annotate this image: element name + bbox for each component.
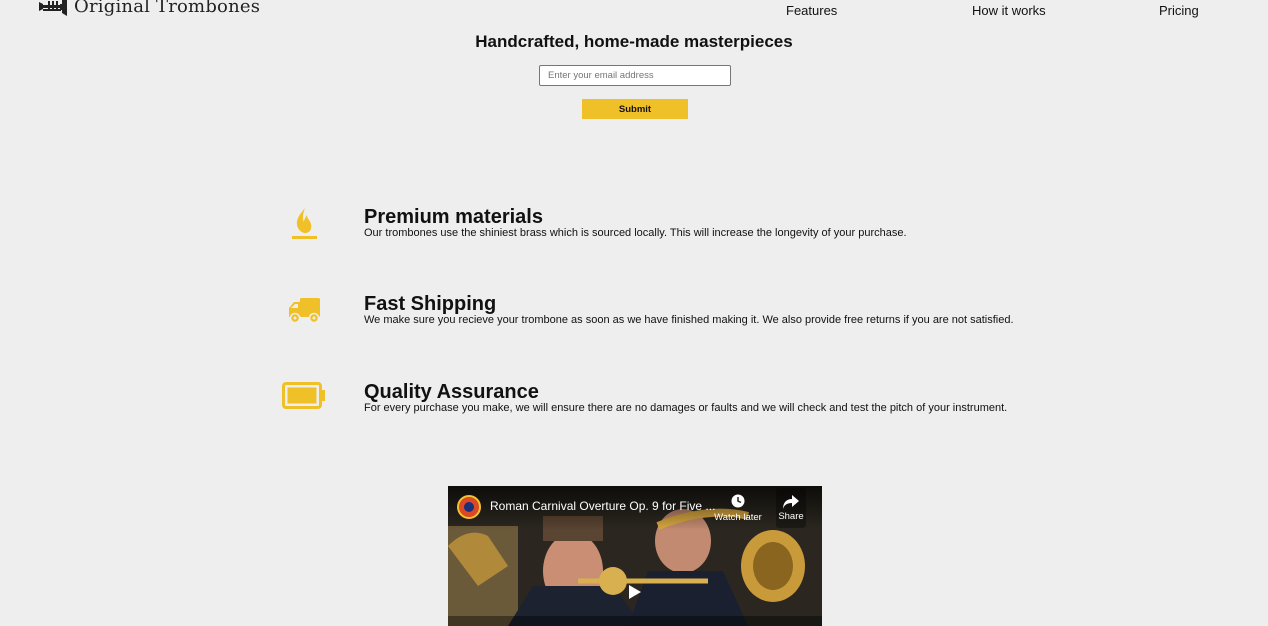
play-icon[interactable] bbox=[620, 582, 648, 602]
feature-description: We make sure you recieve your trombone a… bbox=[364, 314, 1014, 326]
feature-title: Premium materials bbox=[364, 206, 543, 228]
feature-title: Fast Shipping bbox=[364, 293, 497, 315]
feature-description: Our trombones use the shiniest brass whi… bbox=[364, 227, 907, 239]
nav-link-features[interactable]: Features bbox=[786, 3, 837, 18]
video-title[interactable]: Roman Carnival Overture Op. 9 for Five .… bbox=[490, 499, 715, 513]
hero-title: Handcrafted, home-made masterpieces bbox=[475, 32, 793, 51]
fire-icon bbox=[292, 208, 317, 239]
email-input[interactable] bbox=[539, 65, 731, 86]
share-label: Share bbox=[778, 511, 804, 522]
feature-description: For every purchase you make, we will ens… bbox=[364, 402, 1008, 414]
truck-icon bbox=[289, 298, 320, 324]
site-header: Original Trombones Features How it works… bbox=[0, 0, 1268, 24]
channel-avatar[interactable] bbox=[457, 495, 481, 519]
watch-later-button[interactable]: Watch later bbox=[710, 492, 766, 523]
clock-icon bbox=[731, 494, 745, 508]
watch-later-label: Watch later bbox=[714, 512, 762, 523]
feature-title: Quality Assurance bbox=[364, 381, 539, 403]
logo-text: Original Trombones bbox=[74, 0, 261, 17]
logo[interactable]: Original Trombones bbox=[38, 0, 260, 17]
nav-link-pricing[interactable]: Pricing bbox=[1159, 3, 1199, 18]
video-embed[interactable]: Roman Carnival Overture Op. 9 for Five .… bbox=[448, 486, 822, 626]
nav-link-how-it-works[interactable]: How it works bbox=[972, 3, 1046, 18]
share-icon bbox=[783, 495, 799, 509]
trumpet-logo-icon bbox=[39, 0, 67, 16]
battery-icon bbox=[282, 382, 325, 409]
submit-button[interactable]: Submit bbox=[582, 99, 688, 119]
share-button[interactable]: Share bbox=[776, 488, 806, 528]
